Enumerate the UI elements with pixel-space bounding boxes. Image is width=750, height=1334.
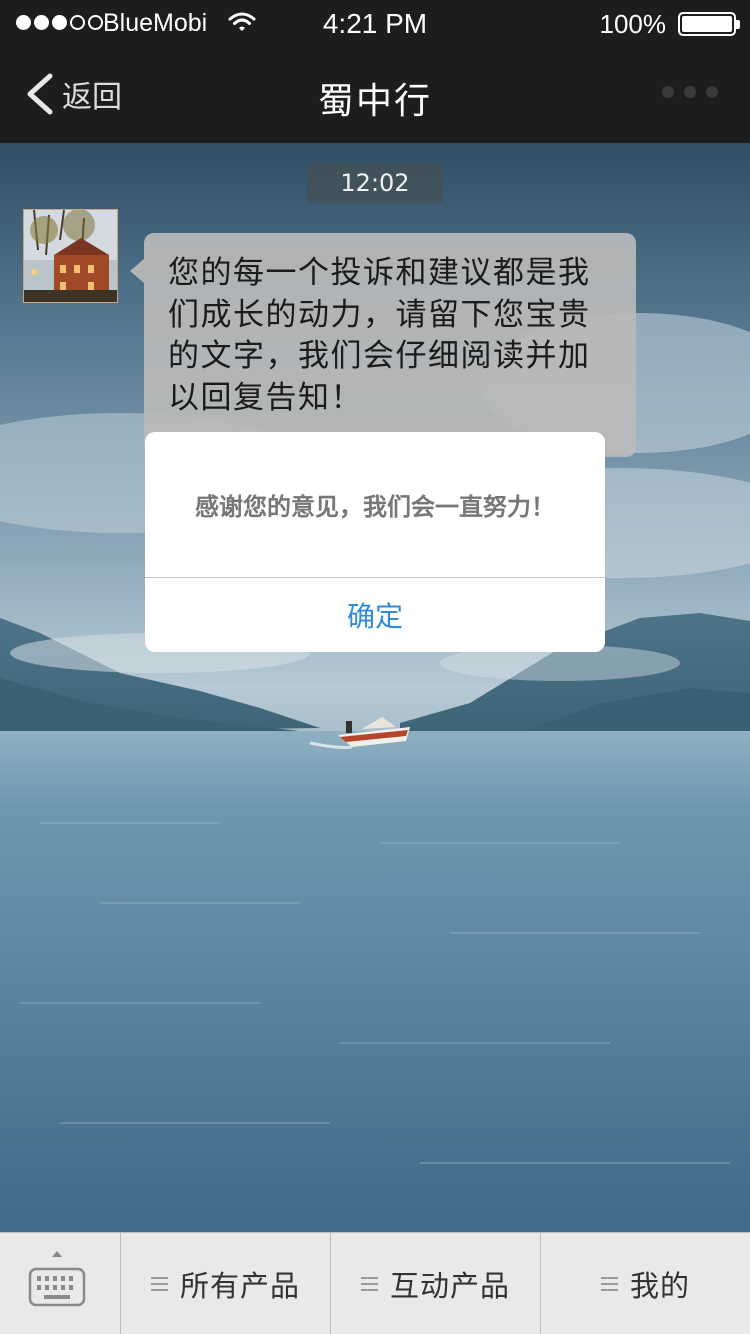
- alert-message: 感谢您的意见，我们会一直努力！: [195, 493, 555, 521]
- keyboard-icon: [0, 1251, 121, 1334]
- menu-lines-icon: [360, 1276, 378, 1291]
- message-timestamp: 12:02: [307, 163, 443, 203]
- menu-label: 所有产品: [179, 1268, 300, 1303]
- page-title: 蜀中行: [317, 81, 432, 122]
- more-dots-icon[interactable]: [662, 86, 718, 98]
- status-bar: BlueMobi 4:21 PM 100%: [0, 0, 750, 46]
- menu-mine[interactable]: 我的: [541, 1233, 750, 1334]
- menu-all-products[interactable]: 所有产品: [121, 1233, 331, 1334]
- keyboard-toggle-button[interactable]: [0, 1233, 121, 1334]
- alert-dialog: 感谢您的意见，我们会一直努力！ 确定: [145, 432, 605, 652]
- menu-interactive-products[interactable]: 互动产品: [331, 1233, 541, 1334]
- menu-lines-icon: [600, 1276, 618, 1291]
- menu-label: 互动产品: [389, 1268, 510, 1303]
- menu-label: 我的: [629, 1268, 690, 1303]
- avatar[interactable]: [23, 209, 118, 303]
- menu-lines-icon: [150, 1276, 168, 1291]
- battery-percent: 100%: [599, 9, 667, 39]
- message-bubble: 您的每一个投诉和建议都是我们成长的动力，请留下您宝贵的文字，我们会仔细阅读并加以…: [130, 233, 636, 457]
- battery-icon: [678, 12, 740, 36]
- nav-bar: 返回 蜀中行: [0, 46, 750, 143]
- confirm-button[interactable]: 确定: [145, 578, 605, 652]
- chat-area: 12:02 您的每一个投诉和建议都是我们成长的动力，请留下您宝贵的文字，我们会仔…: [0, 143, 750, 1232]
- bottom-menu: 所有产品 互动产品 我的: [0, 1232, 750, 1334]
